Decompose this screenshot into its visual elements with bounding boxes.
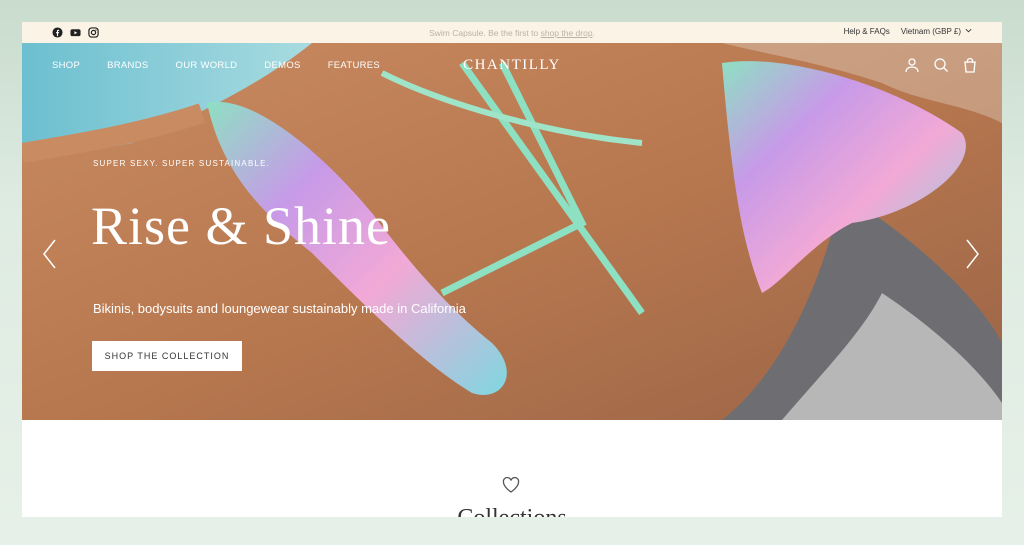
announcement-message: Swim Capsule. Be the first to [429,28,541,38]
header-icons [904,57,978,73]
help-faqs-link[interactable]: Help & FAQs [844,27,890,36]
account-icon[interactable] [904,57,920,73]
locale-label: Vietnam (GBP £) [900,27,961,36]
search-icon[interactable] [933,57,949,73]
collections-section: Collections [22,420,1002,517]
chevron-left-icon[interactable] [40,238,60,270]
announcement-bar: Swim Capsule. Be the first to shop the d… [22,22,1002,43]
site-logo[interactable]: CHANTILLY [22,57,1002,74]
shop-drop-link[interactable]: shop the drop [541,28,593,38]
hero-headline: Rise & Shine [91,196,392,256]
chevron-down-icon [965,27,972,36]
hero-banner: SHOP BRANDS OUR WORLD DEMOS FEATURES CHA… [22,43,1002,420]
site-frame: Swim Capsule. Be the first to shop the d… [22,22,1002,517]
shop-collection-button[interactable]: SHOP THE COLLECTION [92,341,242,371]
hero-eyebrow: SUPER SEXY. SUPER SUSTAINABLE. [93,159,271,168]
announcement-suffix: . [592,28,595,38]
cart-icon[interactable] [962,57,978,73]
collections-title: Collections [22,505,1002,517]
hero-subline: Bikinis, bodysuits and loungewear sustai… [93,301,466,316]
locale-selector[interactable]: Vietnam (GBP £) [901,27,972,36]
heart-icon [502,476,520,493]
chevron-right-icon[interactable] [962,238,982,270]
utility-links: Help & FAQs Vietnam (GBP £) [844,27,972,36]
